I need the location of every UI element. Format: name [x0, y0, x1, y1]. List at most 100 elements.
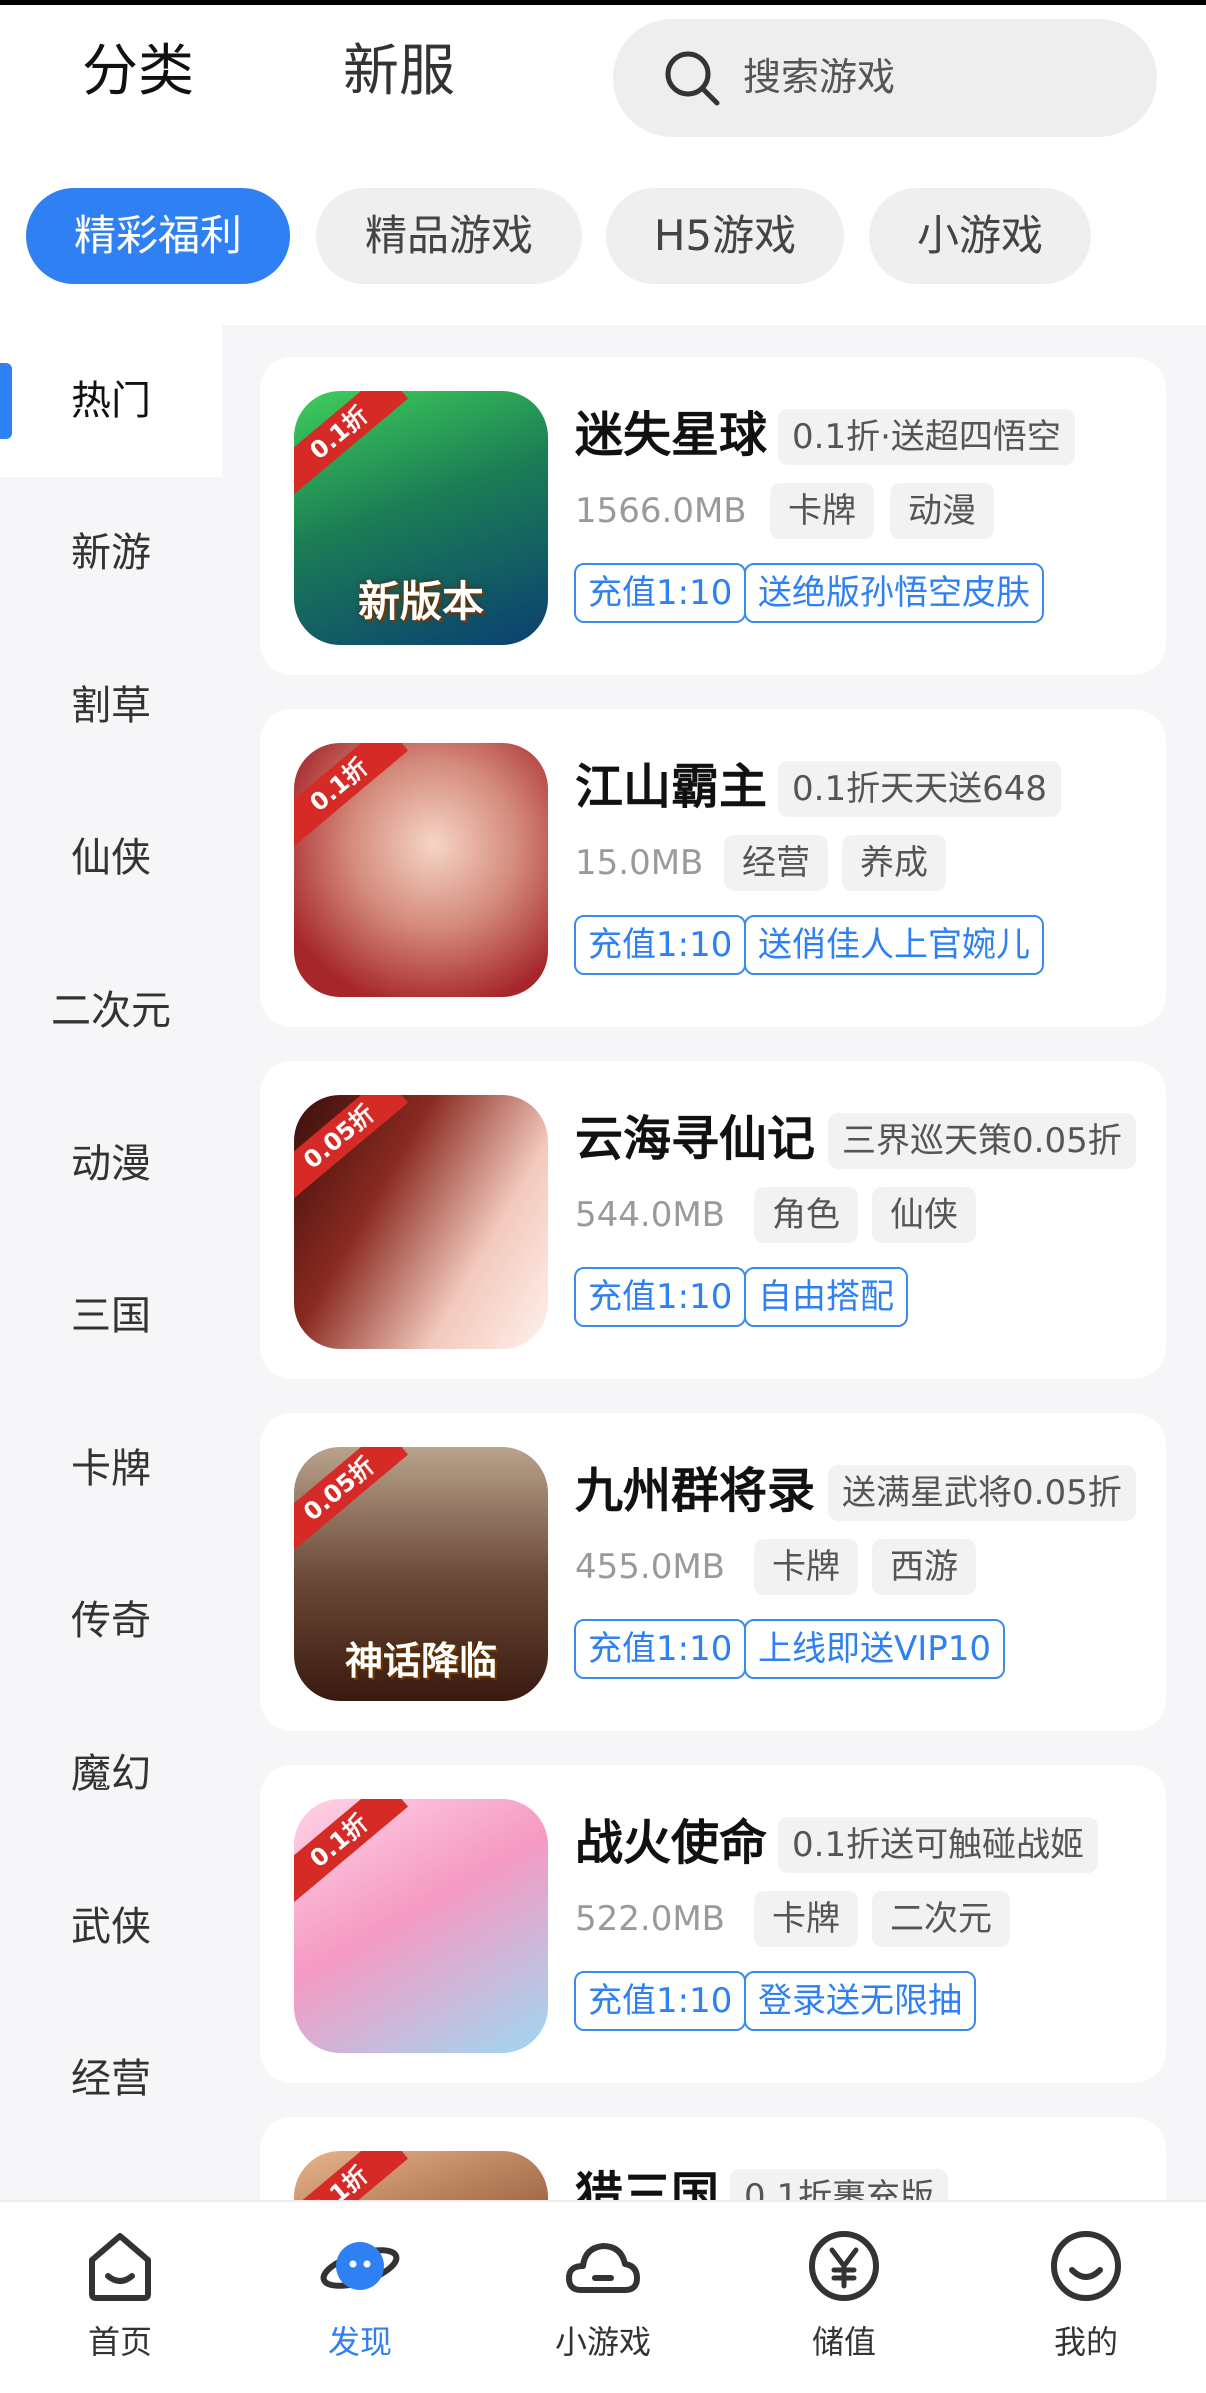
sidebar-item-label: 仙侠 [71, 835, 151, 881]
file-size: 522.0MB [575, 1899, 725, 1939]
game-card[interactable]: 0.05折 神话降临 九州群将录 送满星武将0.05折 455.0MB 卡牌 西… [260, 1413, 1166, 1731]
home-icon [89, 2233, 151, 2301]
sidebar-item-new[interactable]: 新游 [0, 477, 222, 629]
sidebar-item-legend[interactable]: 传奇 [0, 1545, 222, 1697]
benefit-tag: 送俏佳人上官婉儿 [744, 915, 1044, 975]
benefit-tag: 充值1:10 [574, 1619, 747, 1679]
genre-tag: 动漫 [890, 483, 994, 539]
sidebar-item-wuxia[interactable]: 武侠 [0, 1851, 222, 2003]
game-card[interactable]: 0.1折 猎三国 0.1折裹充版 [260, 2117, 1166, 2200]
icon-caption: 新版本 [357, 577, 484, 626]
nav-label: 发现 [327, 2323, 392, 2361]
category-chips: 精彩福利 精品游戏 H5游戏 小游戏 [0, 188, 1206, 288]
benefit-tag: 充值1:10 [574, 915, 747, 975]
promo-badge: 0.1折·送超四悟空 [778, 409, 1075, 465]
tab-new-server-label: 新服 [343, 39, 455, 104]
sidebar-item-label: 经营 [71, 2056, 151, 2102]
game-card[interactable]: 0.1折 江山霸主 0.1折天天送648 15.0MB 经营 养成 充值1:10… [260, 709, 1166, 1027]
sidebar-item-card[interactable]: 卡牌 [0, 1393, 222, 1545]
game-title: 战火使命 [575, 1815, 768, 1871]
tab-new-server[interactable]: 新服 [343, 37, 455, 107]
discount-badge: 0.05折 [294, 1447, 409, 1551]
search-bar[interactable]: 搜索游戏 [613, 19, 1157, 137]
icon-caption: 神话降临 [344, 1639, 497, 1683]
game-title: 九州群将录 [575, 1463, 816, 1519]
sidebar-item-management[interactable]: 经营 [0, 2003, 222, 2155]
sidebar-item-label: 三国 [71, 1293, 151, 1339]
game-icon[interactable]: 0.1折 [294, 743, 548, 997]
search-placeholder: 搜索游戏 [743, 55, 896, 99]
game-card[interactable]: 0.05折 云海寻仙记 三界巡天策0.05折 544.0MB 角色 仙侠 充值1… [260, 1061, 1166, 1379]
bottom-nav: 首页 发现 小游戏 储值 我的 [0, 2200, 1206, 2393]
game-icon[interactable]: 0.1折 [294, 2151, 548, 2200]
sidebar-item-acg[interactable]: 二次元 [0, 935, 222, 1087]
sidebar-item-fantasy[interactable]: 魔幻 [0, 1698, 222, 1850]
nav-label: 首页 [87, 2323, 152, 2361]
genre-tag: 仙侠 [872, 1187, 976, 1243]
sidebar-item-three-kingdoms[interactable]: 三国 [0, 1240, 222, 1392]
sidebar-item-label: 传奇 [71, 1598, 151, 1644]
nav-mine[interactable]: 我的 [966, 2202, 1206, 2393]
main-content: 热门 新游 割草 仙侠 二次元 动漫 三国 卡牌 传奇 魔幻 武侠 经营 0.1… [0, 325, 1206, 2200]
game-title: 江山霸主 [575, 759, 768, 815]
sidebar-item-label: 二次元 [51, 988, 171, 1034]
cloud-icon [566, 2243, 640, 2293]
chip-welfare[interactable]: 精彩福利 [26, 188, 290, 284]
chip-premium-games[interactable]: 精品游戏 [316, 188, 582, 284]
benefit-tag: 充值1:10 [574, 563, 747, 623]
game-icon[interactable]: 0.05折 [294, 1095, 548, 1349]
benefit-tag: 充值1:10 [574, 1267, 747, 1327]
chip-mini-games[interactable]: 小游戏 [869, 188, 1091, 284]
game-title: 迷失星球 [575, 407, 768, 463]
sidebar-item-label: 新游 [71, 530, 151, 576]
file-size: 455.0MB [575, 1547, 725, 1587]
nav-mini-games[interactable]: 小游戏 [483, 2202, 723, 2393]
game-title: 云海寻仙记 [575, 1111, 816, 1167]
benefit-tag: 充值1:10 [574, 1971, 747, 2031]
sidebar-item-label: 动漫 [71, 1141, 151, 1187]
discount-badge: 0.1折 [294, 391, 409, 495]
genre-tag: 西游 [872, 1539, 976, 1595]
file-size: 15.0MB [575, 843, 704, 883]
sidebar-item-hot[interactable]: 热门 [0, 325, 222, 477]
category-sidebar: 热门 新游 割草 仙侠 二次元 动漫 三国 卡牌 传奇 魔幻 武侠 经营 [0, 325, 222, 2200]
yen-coin-icon [809, 2231, 879, 2301]
nav-home[interactable]: 首页 [0, 2202, 240, 2393]
search-icon [665, 51, 720, 106]
promo-badge: 0.1折送可触碰战姬 [778, 1817, 1099, 1873]
header: 分类 新服 搜索游戏 [0, 5, 1206, 155]
genre-tag: 角色 [754, 1187, 858, 1243]
benefit-tag: 登录送无限抽 [744, 1971, 976, 2031]
discount-badge: 0.1折 [294, 2151, 409, 2200]
tab-category[interactable]: 分类 [82, 37, 198, 113]
nav-discover[interactable]: 发现 [240, 2202, 480, 2393]
game-icon[interactable]: 0.1折 [294, 1799, 548, 2053]
planet-icon [320, 2242, 400, 2290]
sidebar-item-xianxia[interactable]: 仙侠 [0, 782, 222, 934]
genre-tag: 卡牌 [754, 1891, 858, 1947]
discount-badge: 0.1折 [294, 1799, 409, 1903]
sidebar-item-anime[interactable]: 动漫 [0, 1088, 222, 1240]
nav-recharge[interactable]: 储值 [724, 2202, 964, 2393]
tab-category-label: 分类 [82, 39, 194, 104]
game-card[interactable]: 0.1折 战火使命 0.1折送可触碰战姬 522.0MB 卡牌 二次元 充值1:… [260, 1765, 1166, 2083]
sidebar-item-label: 卡牌 [71, 1446, 151, 1492]
game-title: 猎三国 [575, 2167, 720, 2200]
sidebar-active-indicator [0, 363, 12, 439]
promo-badge: 0.1折天天送648 [778, 761, 1061, 817]
genre-tag: 卡牌 [754, 1539, 858, 1595]
file-size: 544.0MB [575, 1195, 725, 1235]
game-icon[interactable]: 0.1折 新版本 [294, 391, 548, 645]
benefit-tag: 上线即送VIP10 [744, 1619, 1006, 1679]
sidebar-item-mowing[interactable]: 割草 [0, 630, 222, 782]
nav-label: 我的 [1053, 2323, 1118, 2361]
game-card[interactable]: 0.1折 新版本 迷失星球 0.1折·送超四悟空 1566.0MB 卡牌 动漫 … [260, 357, 1166, 675]
genre-tag: 二次元 [872, 1891, 1010, 1947]
genre-tag: 卡牌 [770, 483, 874, 539]
discount-badge: 0.1折 [294, 743, 409, 847]
promo-badge: 0.1折裹充版 [730, 2169, 949, 2200]
chip-h5-games[interactable]: H5游戏 [606, 188, 844, 284]
discount-badge: 0.05折 [294, 1095, 409, 1199]
game-icon[interactable]: 0.05折 神话降临 [294, 1447, 548, 1701]
sidebar-item-label: 热门 [71, 378, 151, 424]
